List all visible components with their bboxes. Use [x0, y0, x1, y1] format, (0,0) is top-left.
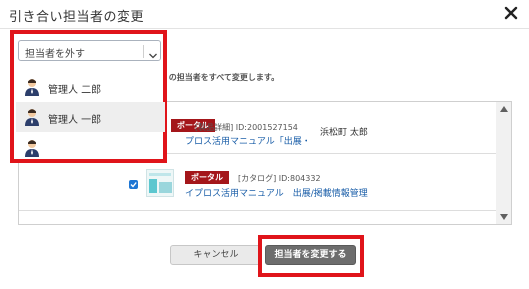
- item-meta: [製品詳細] ID:2001527154: [195, 123, 298, 132]
- dropdown-option[interactable]: 管理人 一郎: [16, 102, 165, 132]
- catalog-thumbnail[interactable]: [146, 169, 174, 197]
- item-link[interactable]: プロス活用マニュアル「出展・掲…: [185, 134, 307, 147]
- assignee-select[interactable]: 担当者を外す: [18, 40, 161, 61]
- user-avatar-icon: [24, 78, 40, 100]
- item-assignee: 浜松町 太郎: [320, 128, 368, 138]
- scroll-up-icon[interactable]: [500, 106, 508, 112]
- list-scrollbar[interactable]: [496, 102, 511, 224]
- user-avatar-icon: [24, 139, 40, 161]
- scroll-down-icon[interactable]: [500, 214, 508, 220]
- dialog-description: い の担当者をすべて変更します。: [158, 73, 280, 82]
- portal-tag: ポータル: [185, 171, 229, 184]
- cancel-button[interactable]: キャンセル: [170, 245, 262, 265]
- change-assignee-dialog: 引き合い担当者の変更 い の担当者をすべて変更します。 ポータル [製品詳細] …: [0, 0, 529, 289]
- option-label: 管理人 二郎: [48, 85, 102, 96]
- chevron-down-icon[interactable]: [148, 46, 158, 65]
- list-item: ポータル [カタログ] ID:804332 イプロス活用マニュアル 出展/掲載情…: [19, 155, 497, 211]
- item-link[interactable]: イプロス活用マニュアル 出展/掲載情報管理: [185, 186, 395, 199]
- change-button-highlight: [258, 235, 364, 277]
- dropdown-option[interactable]: [16, 133, 165, 161]
- dialog-title: 引き合い担当者の変更: [9, 10, 145, 25]
- option-label: 管理人 一郎: [48, 115, 102, 126]
- item-meta: [カタログ] ID:804332: [238, 174, 321, 183]
- assignee-dropdown: 担当者を外す 管理人 二郎 管理人 一郎: [10, 30, 167, 163]
- dropdown-option[interactable]: 管理人 二郎: [16, 72, 165, 102]
- item-checkbox[interactable]: [129, 180, 138, 189]
- dialog-titlebar: 引き合い担当者の変更: [0, 0, 529, 29]
- select-divider: [143, 45, 144, 58]
- close-icon[interactable]: [503, 5, 519, 21]
- select-value: 担当者を外す: [25, 49, 85, 60]
- user-avatar-icon: [24, 108, 40, 130]
